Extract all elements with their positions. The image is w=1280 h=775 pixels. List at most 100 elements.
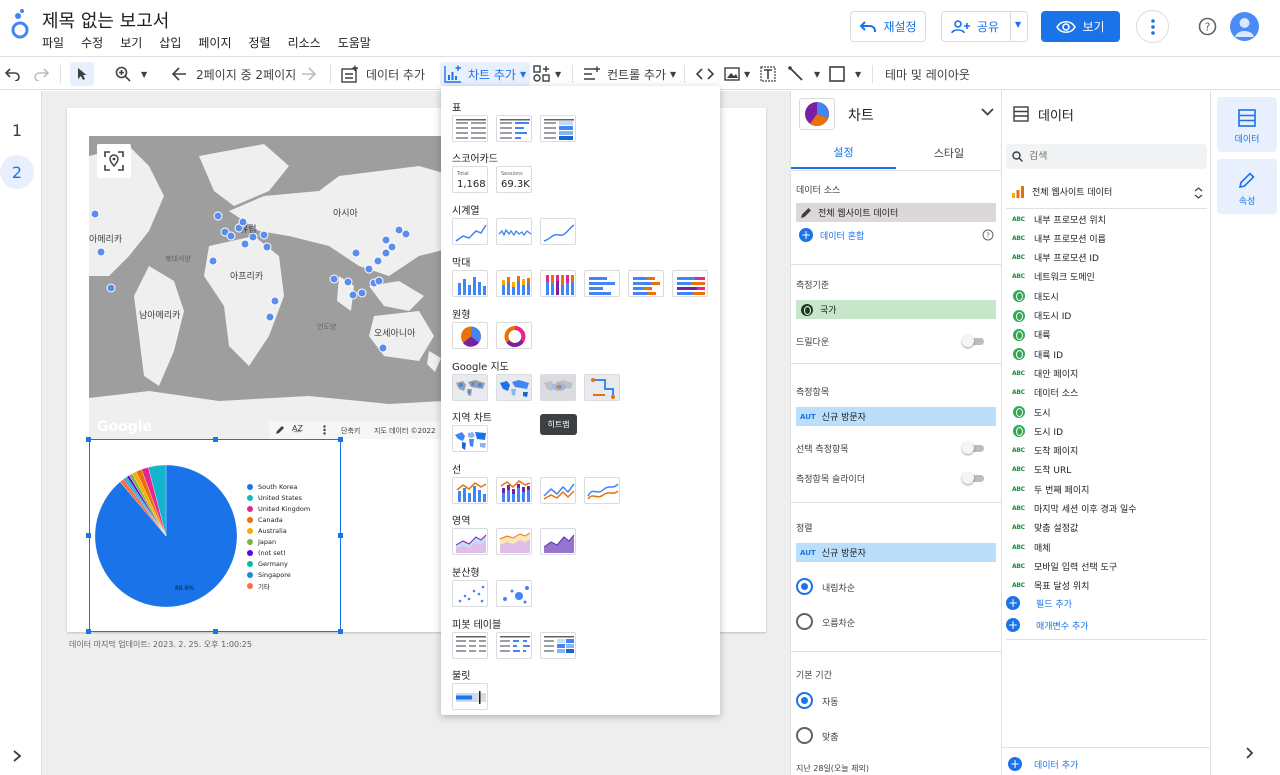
theme-layout-button[interactable]: 테마 및 레이아웃: [885, 62, 970, 86]
field-item[interactable]: ABC 매체: [1012, 539, 1051, 555]
field-item[interactable]: ABC 데이터 소스: [1012, 385, 1078, 401]
resize-handle[interactable]: [338, 437, 343, 442]
field-search-input[interactable]: [1029, 151, 1199, 162]
map-shortcuts-link[interactable]: 단축키: [341, 426, 360, 436]
legend-item[interactable]: Japan: [247, 536, 310, 547]
drilldown-toggle[interactable]: [962, 335, 986, 347]
chart-option-donut[interactable]: [496, 322, 532, 349]
resize-handle[interactable]: [86, 629, 91, 634]
field-item[interactable]: ABC 마지막 세션 이후 경과 일수: [1012, 501, 1137, 517]
add-component-button[interactable]: ▼: [533, 62, 561, 86]
date-custom-radio[interactable]: [796, 727, 813, 744]
undo-button[interactable]: [5, 62, 21, 86]
menu-resource[interactable]: 리소스: [288, 34, 321, 51]
zoom-button[interactable]: ▼: [115, 62, 147, 86]
field-item[interactable]: ABC 대안 페이지: [1012, 365, 1078, 381]
resize-handle[interactable]: [86, 437, 91, 442]
chart-option-table-bars[interactable]: [496, 115, 532, 142]
field-item[interactable]: 대도시: [1012, 288, 1059, 304]
menu-arrange[interactable]: 정렬: [249, 34, 271, 51]
chart-option-area[interactable]: [452, 528, 488, 555]
resize-handle[interactable]: [213, 437, 218, 442]
add-parameter-button[interactable]: + 매개변수 추가: [1006, 618, 1089, 632]
data-source-chip[interactable]: 전체 웹사이트 데이터: [796, 203, 996, 222]
chart-type-picker[interactable]: [799, 98, 835, 130]
more-options-button[interactable]: [1136, 10, 1169, 43]
chart-option-stacked-area[interactable]: [496, 528, 532, 555]
chart-option-bubble[interactable]: [496, 580, 532, 607]
field-item[interactable]: ABC 네트워크 도메인: [1012, 269, 1095, 285]
geo-map-chart[interactable]: 아시아 유럽 아메리카 아프리카 남아메리카 오세아니아 북대서양 인도양 Go…: [89, 136, 499, 439]
shape-button[interactable]: ▼: [829, 62, 861, 86]
help-icon[interactable]: ?: [1198, 17, 1217, 36]
resize-handle[interactable]: [338, 629, 343, 634]
metric-slider-toggle[interactable]: [962, 472, 986, 484]
select-tool-button[interactable]: [70, 62, 94, 86]
redo-button[interactable]: [33, 62, 49, 86]
field-item[interactable]: 도시: [1012, 404, 1051, 420]
sort-asc-radio[interactable]: [796, 613, 813, 630]
chart-option-smoothed-timeseries[interactable]: [540, 218, 576, 245]
legend-item[interactable]: United States: [247, 492, 310, 503]
metric-chip[interactable]: AUT 신규 방문자: [796, 407, 996, 426]
chart-option-pie[interactable]: [452, 322, 488, 349]
chart-option-scorecard-compact[interactable]: Sessions 69.3K: [496, 166, 532, 193]
sort-desc-radio[interactable]: [796, 578, 813, 595]
chart-option-pivot-bars[interactable]: [496, 632, 532, 659]
image-button[interactable]: ▼: [724, 62, 750, 86]
chart-option-filled-map[interactable]: [496, 374, 532, 401]
legend-item[interactable]: United Kingdom: [247, 503, 310, 514]
field-item[interactable]: 대륙 ID: [1012, 346, 1063, 362]
rail-data-button[interactable]: 데이터: [1217, 97, 1277, 152]
field-item[interactable]: ABC 모바일 입력 선택 도구: [1012, 558, 1117, 574]
chart-option-bullet[interactable]: [452, 683, 488, 710]
chart-option-pivot-heatmap[interactable]: [540, 632, 576, 659]
tab-style[interactable]: 스타일: [896, 137, 1002, 169]
expand-chevron-right-icon[interactable]: [12, 750, 22, 762]
sort-az-icon[interactable]: A͟Z: [292, 424, 303, 433]
blend-data-button[interactable]: + 데이터 혼합: [799, 228, 864, 242]
chevron-right-icon[interactable]: [1245, 747, 1254, 759]
page-thumb-2[interactable]: 2: [0, 155, 34, 189]
rail-properties-button[interactable]: 속성: [1217, 159, 1277, 214]
next-page-button[interactable]: [302, 62, 316, 86]
chart-option-100-stacked-bar[interactable]: [672, 270, 708, 297]
dimension-chip[interactable]: 국가: [796, 300, 996, 319]
field-item[interactable]: ABC 도착 URL: [1012, 462, 1071, 478]
chart-option-bar[interactable]: [584, 270, 620, 297]
chevron-down-icon[interactable]: [981, 108, 994, 116]
chart-option-scorecard[interactable]: Total 1,168: [452, 166, 488, 193]
field-item[interactable]: ABC 두 번째 페이지: [1012, 481, 1089, 497]
menu-page[interactable]: 페이지: [198, 34, 231, 51]
add-control-button[interactable]: 컨트롤 추가 ▼: [583, 62, 676, 86]
report-title[interactable]: 제목 없는 보고서: [42, 7, 169, 33]
collapse-chevron-icon[interactable]: [1194, 187, 1203, 199]
chart-option-column[interactable]: [452, 270, 488, 297]
prev-page-button[interactable]: [172, 62, 186, 86]
chart-option-pivot[interactable]: [452, 632, 488, 659]
optional-metric-toggle[interactable]: [962, 442, 986, 454]
resize-handle[interactable]: [213, 629, 218, 634]
more-vert-icon[interactable]: [323, 425, 326, 435]
field-item[interactable]: ABC 내부 프로모션 ID: [1012, 250, 1099, 266]
chart-option-sparkline[interactable]: [496, 218, 532, 245]
field-item[interactable]: ABC 도착 페이지: [1012, 443, 1078, 459]
tab-setup[interactable]: 설정: [791, 137, 896, 169]
legend-item[interactable]: Germany: [247, 559, 310, 570]
menu-edit[interactable]: 수정: [81, 34, 103, 51]
chart-option-bubble-map[interactable]: [452, 374, 488, 401]
view-button[interactable]: 보기: [1041, 11, 1120, 42]
embed-url-button[interactable]: [696, 62, 714, 86]
chart-option-table[interactable]: [452, 115, 488, 142]
chart-option-stacked-column[interactable]: [496, 270, 532, 297]
help-icon[interactable]: ?: [982, 229, 994, 241]
chart-option-line-map[interactable]: [584, 374, 620, 401]
legend-item[interactable]: Singapore: [247, 570, 310, 581]
add-field-button[interactable]: + 필드 추가: [1006, 596, 1072, 610]
legend-item[interactable]: 기타: [247, 581, 310, 592]
data-source-header[interactable]: 전체 웹사이트 데이터: [1012, 185, 1112, 198]
menu-file[interactable]: 파일: [42, 34, 64, 51]
add-data-footer-button[interactable]: + 데이터 추가: [1008, 757, 1078, 771]
chart-option-scatter[interactable]: [452, 580, 488, 607]
field-item[interactable]: ABC 목표 달성 위치: [1012, 578, 1089, 594]
